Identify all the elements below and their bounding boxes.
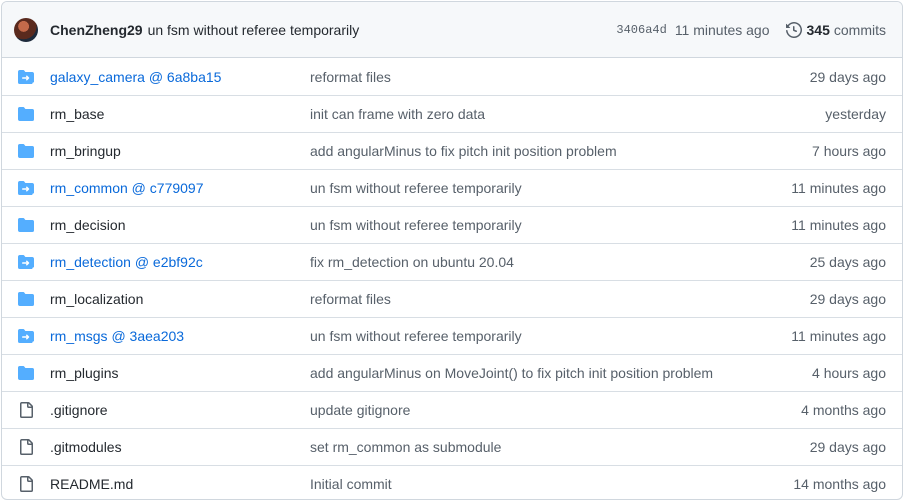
commit-sha[interactable]: 3406a4d [616,23,666,37]
folder-icon [18,291,34,307]
avatar[interactable] [14,17,38,42]
submodule-folder-icon [18,328,34,344]
file-name-link[interactable]: rm_bringup [50,143,310,159]
file-name-link[interactable]: .gitmodules [50,439,310,455]
commit-count-label: commits [833,21,886,38]
last-commit-time: 11 minutes ago [791,328,886,344]
last-commit-message-link[interactable]: un fsm without referee temporarily [310,217,791,233]
last-commit-time: 4 hours ago [812,365,886,381]
last-commit-time: 29 days ago [809,68,886,85]
last-commit-message-link[interactable]: reformat files [310,291,810,307]
file-row[interactable]: rm_localization reformat files 29 days ago [2,280,902,317]
last-commit-message-link[interactable]: init can frame with zero data [310,106,825,122]
file-name-link[interactable]: .gitignore [50,402,310,418]
file-row[interactable]: rm_decision un fsm without referee tempor… [2,206,902,243]
file-row[interactable]: .gitignore update gitignore 4 months ago [2,391,902,428]
file-icon [18,402,34,418]
file-row[interactable]: rm_common @ c779097 un fsm without refere… [2,169,902,206]
last-commit-time: 14 months ago [793,476,886,492]
last-commit-message-link[interactable]: reformat files [310,69,810,85]
last-commit-message-link[interactable]: un fsm without referee temporarily [310,328,791,344]
commit-count: 345 [806,21,830,38]
file-row[interactable]: rm_msgs @ 3aea203 un fsm without referee … [2,317,902,354]
last-commit-time: 29 days ago [809,439,886,455]
latest-commit-bar: ChenZheng29 un fsm without referee tempo… [2,2,902,58]
file-row[interactable]: rm_base init can frame with zero data yest… [2,95,902,132]
file-name-link[interactable]: rm_msgs @ 3aea203 [50,328,310,344]
last-commit-message-link[interactable]: add angularMinus on MoveJoint() to fix p… [310,365,812,381]
submodule-folder-icon [18,254,34,270]
submodule-folder-icon [18,180,34,196]
file-browser: ChenZheng29 un fsm without referee tempo… [1,1,903,500]
last-commit-time: 25 days ago [809,254,886,270]
last-commit-time: 29 days ago [809,291,886,307]
last-commit-message-link[interactable]: Initial commit [310,476,793,492]
file-name-link[interactable]: rm_base [50,106,310,122]
last-commit-message-link[interactable]: fix rm_detection on ubuntu 20.04 [310,254,810,270]
file-name-link[interactable]: rm_plugins [50,365,310,381]
commit-history-link[interactable]: 345 commits [785,21,886,38]
file-icon [18,439,34,455]
last-commit-time: 7 hours ago [812,143,886,159]
last-commit-time: 11 minutes ago [791,180,886,196]
last-commit-time: 11 minutes ago [791,217,886,233]
file-name-link[interactable]: README.md [50,476,310,492]
file-row[interactable]: rm_plugins add angularMinus on MoveJoint(… [2,354,902,391]
commit-author[interactable]: ChenZheng29 [50,22,143,38]
folder-icon [18,217,34,233]
file-name-link[interactable]: rm_common @ c779097 [50,180,310,196]
file-row[interactable]: README.md Initial commit 14 months ago [2,465,902,499]
file-row[interactable]: rm_detection @ e2bf92c fix rm_detection o… [2,243,902,280]
last-commit-time: yesterday [825,106,886,122]
file-icon [18,476,34,492]
submodule-folder-icon [18,69,34,85]
file-name-link[interactable]: rm_localization [50,291,310,307]
file-list: galaxy_camera @ 6a8ba15 reformat files 29 … [2,58,902,499]
history-icon [785,21,802,38]
last-commit-message-link[interactable]: update gitignore [310,402,801,418]
commit-time[interactable]: 11 minutes ago [675,22,770,38]
folder-icon [18,106,34,122]
last-commit-message-link[interactable]: add angularMinus to fix pitch init posit… [310,143,812,159]
last-commit-message-link[interactable]: un fsm without referee temporarily [310,180,791,196]
file-name-link[interactable]: rm_decision [50,217,310,233]
file-row[interactable]: .gitmodules set rm_common as submodule 29 … [2,428,902,465]
last-commit-time: 4 months ago [801,402,886,418]
file-name-link[interactable]: galaxy_camera @ 6a8ba15 [50,69,310,85]
file-row[interactable]: galaxy_camera @ 6a8ba15 reformat files 29 … [2,58,902,95]
file-row[interactable]: rm_bringup add angularMinus to fix pitch … [2,132,902,169]
last-commit-message-link[interactable]: set rm_common as submodule [310,439,810,455]
commit-message[interactable]: un fsm without referee temporarily [148,22,617,38]
file-name-link[interactable]: rm_detection @ e2bf92c [50,254,310,270]
folder-icon [18,365,34,381]
folder-icon [18,143,34,159]
